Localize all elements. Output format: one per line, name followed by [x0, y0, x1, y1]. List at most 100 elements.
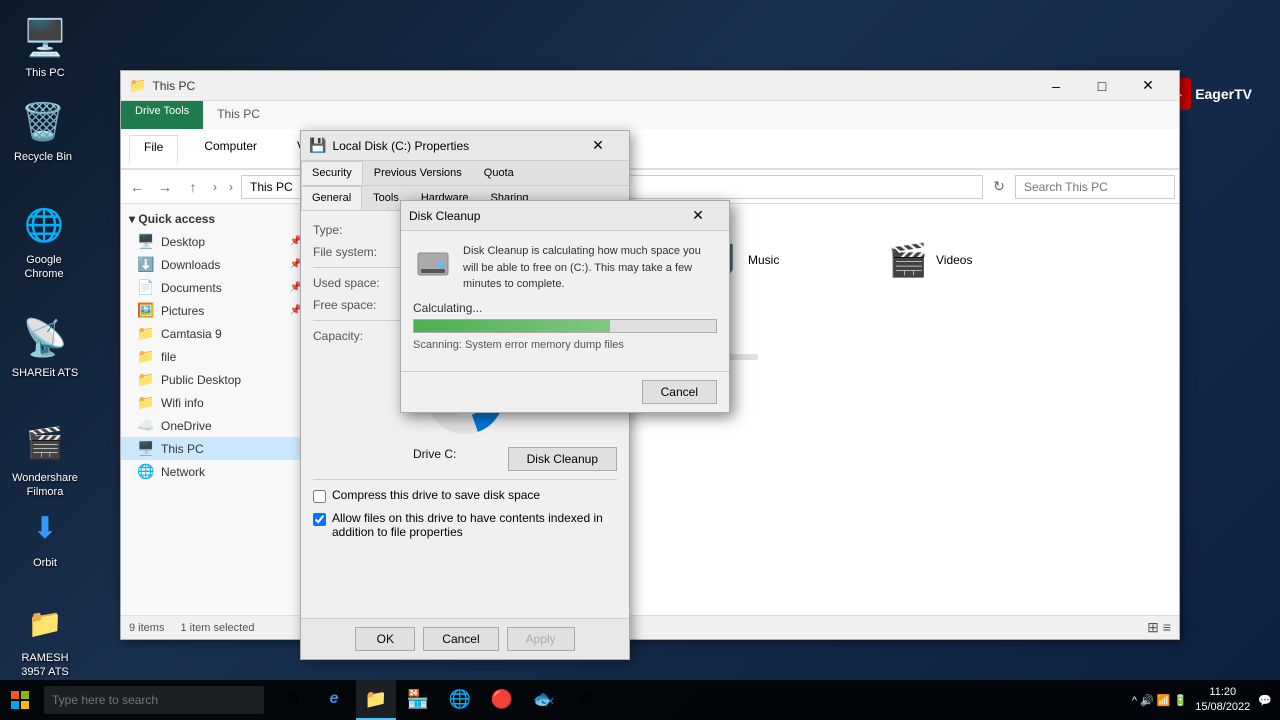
desktop-icon-label: This PC: [25, 66, 64, 80]
desktop: 🖥️ This PC 🗑️ Recycle Bin 🌐 Google Chrom…: [0, 0, 1280, 720]
start-button[interactable]: [0, 680, 40, 720]
taskbar-search-input[interactable]: [44, 686, 264, 714]
filesystem-label: File system:: [313, 245, 413, 259]
cancel-button[interactable]: Cancel: [423, 627, 498, 651]
tab-drive-tools[interactable]: Drive Tools: [121, 101, 203, 129]
type-label: Type:: [313, 223, 413, 237]
desktop-icon-orbit[interactable]: ⬇ Orbit: [5, 500, 85, 574]
ok-button[interactable]: OK: [355, 627, 415, 651]
tab-file[interactable]: File: [129, 135, 178, 163]
sidebar-item-file[interactable]: 📁 file: [121, 345, 310, 368]
cleanup-close-button[interactable]: ✕: [675, 201, 721, 231]
desktop-icon-wondershare[interactable]: 🎬 Wondershare Filmora: [5, 415, 85, 504]
sidebar-downloads-label: Downloads: [161, 258, 220, 272]
taskbar-app2[interactable]: ⚙: [566, 680, 606, 720]
sidebar-wifi-label: Wifi info: [161, 396, 204, 410]
sidebar-item-desktop[interactable]: 🖥️ Desktop 📌: [121, 230, 310, 253]
compress-label: Compress this drive to save disk space: [332, 488, 540, 502]
sidebar-item-documents[interactable]: 📄 Documents 📌: [121, 276, 310, 299]
status-bar: 9 items 1 item selected ⊞ ≡: [121, 615, 1179, 639]
up-button[interactable]: ↑: [181, 175, 205, 199]
desktop-icon-label: Orbit: [33, 556, 57, 570]
disk-cleanup-button[interactable]: Disk Cleanup: [508, 447, 617, 471]
compress-checkbox[interactable]: [313, 490, 326, 503]
camtasia-icon: 📁: [137, 325, 155, 342]
selected-count: 1 item selected: [180, 622, 254, 634]
file-icon: 📁: [137, 348, 155, 365]
view-toggle: ⊞ ≡: [1147, 619, 1171, 636]
tab-computer[interactable]: Computer: [190, 135, 271, 163]
tab-general[interactable]: General: [301, 186, 362, 210]
disk-cleanup-dialog: Disk Cleanup ✕ Disk Cleanup is calculati…: [400, 200, 730, 413]
notification-icon[interactable]: 💬: [1258, 694, 1272, 707]
apply-button[interactable]: Apply: [507, 627, 575, 651]
view-list-icon[interactable]: ≡: [1163, 619, 1171, 636]
taskbar-chrome[interactable]: 🌐: [440, 680, 480, 720]
desktop-icon-shareit[interactable]: 📡 SHAREit ATS: [5, 310, 85, 384]
explorer-ribbon: Drive Tools This PC File Computer View M…: [121, 101, 1179, 170]
properties-close-button[interactable]: ✕: [575, 131, 621, 161]
sidebar-item-this-pc[interactable]: 🖥️ This PC: [121, 437, 310, 460]
sidebar-item-pictures[interactable]: 🖼️ Pictures 📌: [121, 299, 310, 322]
desktop-icon-label: SHAREit ATS: [12, 366, 78, 380]
index-label: Allow files on this drive to have conten…: [332, 511, 617, 539]
folder-item-videos[interactable]: 🎬 Videos: [883, 236, 1063, 284]
view-grid-icon[interactable]: ⊞: [1147, 619, 1159, 636]
maximize-button[interactable]: □: [1079, 71, 1125, 101]
taskbar-vlc[interactable]: 🔴: [482, 680, 522, 720]
refresh-button[interactable]: ↻: [987, 175, 1011, 199]
desktop-icon-this-pc[interactable]: 🖥️ This PC: [5, 10, 85, 84]
public-desktop-icon: 📁: [137, 371, 155, 388]
forward-button[interactable]: →: [153, 175, 177, 199]
pictures-icon: 🖼️: [137, 302, 155, 319]
taskbar-task-view[interactable]: ⧉: [272, 680, 312, 720]
quick-access-arrow: ▾: [129, 212, 135, 226]
checkbox-index: Allow files on this drive to have conten…: [313, 511, 617, 539]
taskbar-store[interactable]: 🏪: [398, 680, 438, 720]
sidebar-item-public-desktop[interactable]: 📁 Public Desktop: [121, 368, 310, 391]
cleanup-drive-icon: [413, 243, 453, 283]
desktop-icon-label: Wondershare Filmora: [9, 471, 81, 500]
sidebar-item-camtasia[interactable]: 📁 Camtasia 9: [121, 322, 310, 345]
close-button[interactable]: ✕: [1125, 71, 1171, 101]
properties-titlebar: 💾 Local Disk (C:) Properties ✕: [301, 131, 629, 161]
sidebar-item-onedrive[interactable]: ☁️ OneDrive: [121, 414, 310, 437]
desktop-icon-chrome[interactable]: 🌐 Google Chrome: [4, 197, 84, 286]
sidebar-item-wifi[interactable]: 📁 Wifi info: [121, 391, 310, 414]
tab-previous-versions[interactable]: Previous Versions: [363, 161, 473, 185]
sidebar-pictures-label: Pictures: [161, 304, 204, 318]
desktop-icon-label: Google Chrome: [8, 253, 80, 282]
tab-security[interactable]: Security: [301, 161, 363, 185]
sidebar-item-network[interactable]: 🌐 Network: [121, 460, 310, 483]
index-checkbox[interactable]: [313, 513, 326, 526]
downloads-icon: ⬇️: [137, 256, 155, 273]
cleanup-progress-fill: [414, 320, 610, 332]
start-icon: [11, 691, 29, 709]
prop-row-drive: Drive C: Disk Cleanup: [313, 447, 617, 471]
desktop-icon-label: RAMESH 3957 ATS: [9, 651, 81, 680]
sidebar-onedrive-label: OneDrive: [161, 419, 212, 433]
tab-quota[interactable]: Quota: [473, 161, 525, 185]
breadcrumb-arrow: ›: [209, 180, 221, 194]
back-button[interactable]: ←: [125, 175, 149, 199]
wifi-icon: 📁: [137, 394, 155, 411]
onedrive-icon: ☁️: [137, 417, 155, 434]
minimize-button[interactable]: –: [1033, 71, 1079, 101]
search-input[interactable]: [1015, 175, 1175, 199]
taskbar-right: ^ 🔊 📶 🔋 11:20 15/08/2022 💬: [1132, 685, 1280, 716]
desktop-icon-recycle-bin[interactable]: 🗑️ Recycle Bin: [3, 94, 83, 168]
cleanup-body: Disk Cleanup is calculating how much spa…: [401, 231, 729, 371]
sidebar-this-pc-label: This PC: [161, 442, 204, 456]
capacity-label: Capacity:: [313, 329, 413, 343]
cleanup-icon: [413, 243, 453, 283]
properties-footer: OK Cancel Apply: [301, 618, 629, 659]
sidebar-item-downloads[interactable]: ⬇️ Downloads 📌: [121, 253, 310, 276]
sidebar-section-quick-access[interactable]: ▾ Quick access: [121, 208, 310, 230]
taskbar-clock[interactable]: 11:20 15/08/2022: [1195, 685, 1250, 716]
taskbar-edge[interactable]: e: [314, 680, 354, 720]
explorer-titlebar: 📁 This PC – □ ✕: [121, 71, 1179, 101]
cleanup-cancel-button[interactable]: Cancel: [642, 380, 717, 404]
desktop-icon-ramesh[interactable]: 📁 RAMESH 3957 ATS: [5, 595, 85, 684]
taskbar-file-explorer[interactable]: 📁: [356, 680, 396, 720]
taskbar-app1[interactable]: 🐟: [524, 680, 564, 720]
